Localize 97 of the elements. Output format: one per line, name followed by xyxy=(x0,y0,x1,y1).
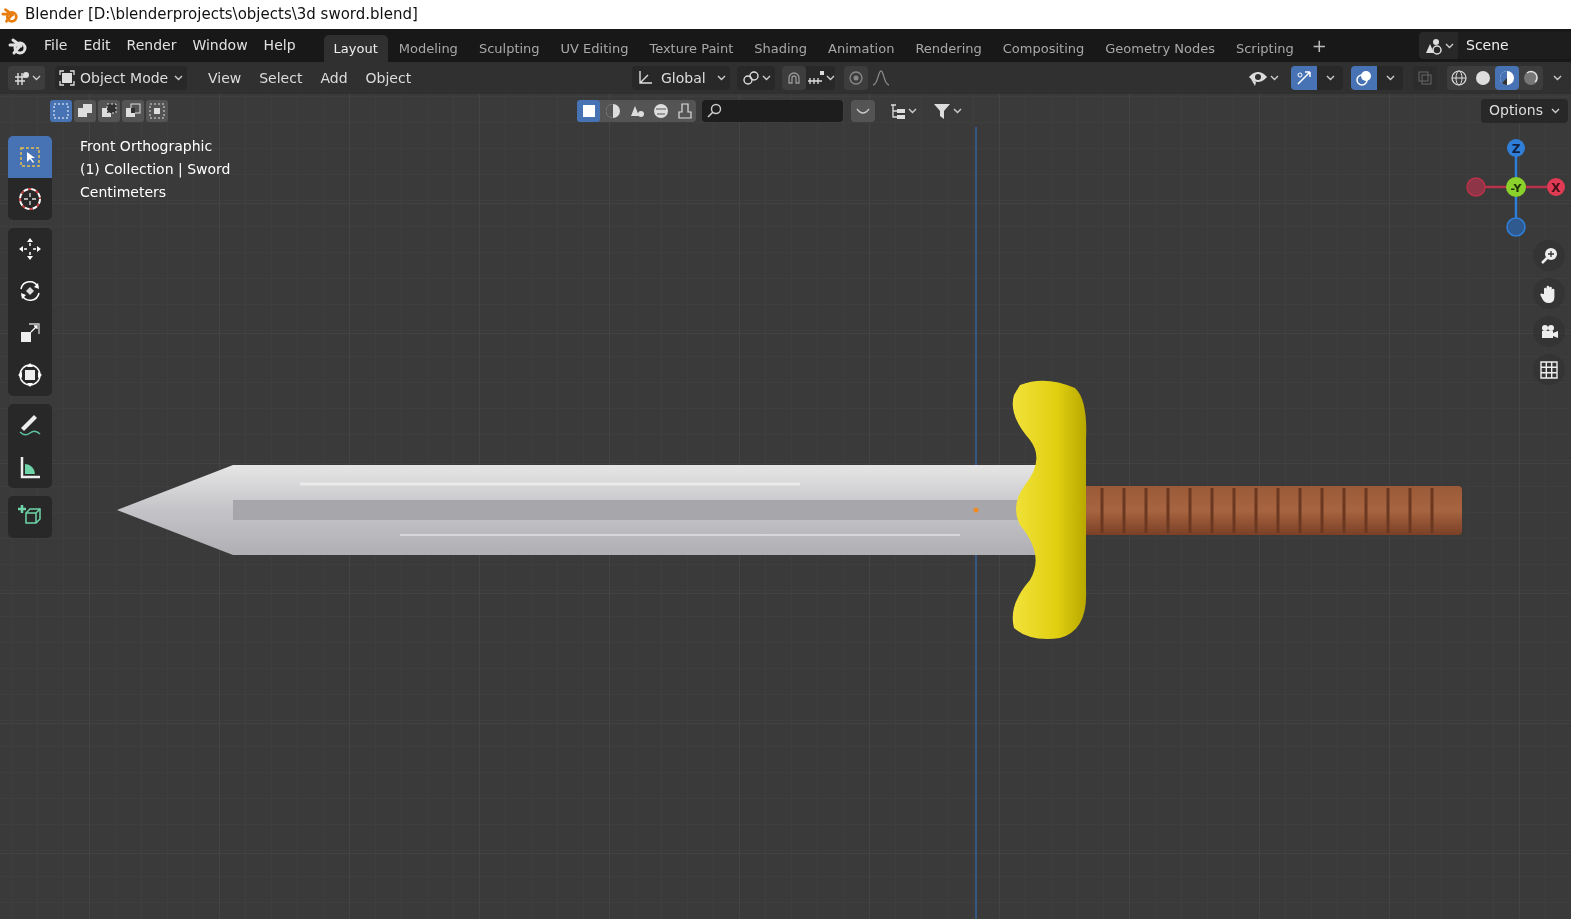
header-menu-item[interactable]: Object xyxy=(356,66,421,90)
add-workspace-button[interactable]: + xyxy=(1305,32,1333,59)
caret-icon xyxy=(32,75,41,81)
caret-icon xyxy=(1385,75,1395,81)
menu-item[interactable]: Render xyxy=(118,32,185,59)
grid-icon xyxy=(1539,359,1559,380)
workspace-tab[interactable]: Rendering xyxy=(905,35,992,62)
annotate-tool-icon xyxy=(17,412,43,438)
caret-icon xyxy=(174,75,183,81)
header-menu-item[interactable]: View xyxy=(199,66,251,90)
falloff-curve-icon xyxy=(871,69,891,87)
scene-icon xyxy=(1423,36,1443,55)
search-field[interactable] xyxy=(702,99,843,122)
editor-type-button[interactable] xyxy=(8,66,45,90)
shading-mode-button[interactable] xyxy=(1495,66,1519,90)
proportional-icon xyxy=(847,69,865,87)
header-menu-item[interactable]: Select xyxy=(250,66,312,90)
eye-icon xyxy=(1247,69,1268,87)
scene-name-field[interactable]: Scene xyxy=(1458,32,1571,59)
select-box-tool-icon xyxy=(17,144,43,170)
menu-item[interactable]: File xyxy=(36,32,76,59)
object-type-filter-button[interactable] xyxy=(577,99,600,122)
material-shading-icon xyxy=(1498,69,1516,87)
magnet-icon xyxy=(785,69,803,87)
caret-icon xyxy=(1552,75,1562,81)
selection-mode-button[interactable] xyxy=(50,99,72,122)
workspace-tab[interactable]: Animation xyxy=(818,35,905,62)
zoom-icon xyxy=(1539,245,1559,266)
selection-mode-button[interactable] xyxy=(98,99,120,122)
blender-logo-icon xyxy=(1,5,19,24)
select-invert-icon xyxy=(124,101,142,120)
move-tool-icon xyxy=(17,236,43,262)
y-axis-handle[interactable]: -Y xyxy=(1506,177,1526,197)
workspace-tab[interactable]: Sculpting xyxy=(468,35,550,62)
workspace-tab[interactable]: Geometry Nodes xyxy=(1095,35,1225,62)
workspace-tab[interactable]: UV Editing xyxy=(550,35,639,62)
menu-item[interactable]: Help xyxy=(255,32,304,59)
wireframe-shading-icon xyxy=(1450,69,1468,87)
workspace-tab[interactable]: Compositing xyxy=(992,35,1095,62)
overlays-toggle[interactable] xyxy=(1351,66,1377,90)
caret-icon xyxy=(761,75,771,81)
orientation-dropdown[interactable]: Global xyxy=(632,66,730,90)
caret-icon xyxy=(717,75,726,81)
mode-dropdown[interactable]: Object Mode xyxy=(55,66,187,90)
window-title: Blender [D:\blenderprojects\objects\3d sword.blend] xyxy=(25,4,418,26)
link-icon xyxy=(741,69,760,87)
rotate-tool-icon xyxy=(17,278,43,304)
filter-icon xyxy=(932,101,951,120)
origin-dot xyxy=(973,507,979,513)
workspace-tab[interactable]: Layout xyxy=(323,35,388,62)
selection-mode-button[interactable] xyxy=(146,99,168,122)
search-icon xyxy=(706,102,722,119)
snap-increment-icon xyxy=(806,69,826,87)
caret-icon xyxy=(952,107,962,114)
select-new-icon xyxy=(52,101,70,120)
pivot-point-button[interactable] xyxy=(737,66,775,90)
rendered-shading-icon xyxy=(1522,69,1540,87)
negative-x-axis-handle[interactable] xyxy=(1466,177,1486,197)
overlays-icon xyxy=(1355,69,1373,87)
workspace-tab[interactable]: Modeling xyxy=(388,35,468,62)
caret-icon xyxy=(1269,75,1279,81)
editor-type-icon xyxy=(12,69,30,87)
proportional-editing-toggle[interactable] xyxy=(844,66,891,90)
negative-z-axis-handle[interactable] xyxy=(1506,217,1526,237)
collapse-button[interactable] xyxy=(851,99,875,122)
menu-item[interactable]: Window xyxy=(184,32,256,59)
menu-item[interactable]: Edit xyxy=(75,32,119,59)
orientation-axes-icon xyxy=(636,69,654,87)
caret-icon xyxy=(1325,75,1335,81)
viewport-info-text: Front Orthographic xyxy=(80,137,214,156)
workspace-tab[interactable]: Texture Paint xyxy=(639,35,744,62)
gizmos-toggle[interactable] xyxy=(1291,66,1317,90)
select-subtract-icon xyxy=(100,101,118,120)
object-mode-icon xyxy=(59,70,75,86)
selection-mode-button[interactable] xyxy=(122,99,144,122)
caret-icon xyxy=(826,75,835,81)
caret-icon xyxy=(1551,107,1560,114)
transform-tool-icon xyxy=(17,362,43,388)
snap-toggle[interactable] xyxy=(782,66,835,90)
xray-icon xyxy=(1417,70,1433,86)
selection-mode-button[interactable] xyxy=(74,99,96,122)
paint-icon xyxy=(675,101,694,120)
caret-icon xyxy=(907,107,917,114)
workspace-tab[interactable]: Shading xyxy=(744,35,818,62)
viewport-info-text: Centimeters xyxy=(80,183,168,202)
z-axis-handle[interactable]: Z xyxy=(1507,139,1525,157)
cursor-tool-icon xyxy=(17,186,43,212)
gizmo-icon xyxy=(1295,69,1313,87)
header-menu-item[interactable]: Add xyxy=(311,66,357,90)
select-extend-icon xyxy=(76,101,94,120)
caret-icon xyxy=(1445,42,1454,49)
workspace-tab[interactable]: Scripting xyxy=(1225,35,1304,62)
select-intersect-icon xyxy=(148,101,166,120)
solid-shading-icon xyxy=(1474,69,1492,87)
viewport-info-text: (1) Collection | Sword xyxy=(80,160,231,179)
xray-toggle[interactable] xyxy=(1413,66,1437,90)
x-axis-handle[interactable]: X xyxy=(1547,178,1565,196)
